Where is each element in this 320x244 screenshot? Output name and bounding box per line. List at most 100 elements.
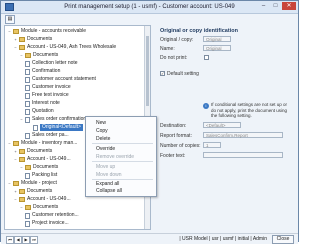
scrollbar-thumb[interactable]: [146, 36, 149, 106]
tree-item-label: Customer retention...: [32, 212, 79, 218]
menu-item-collapse-all[interactable]: Collapse all: [96, 187, 122, 195]
name-field[interactable]: Original: [203, 45, 231, 51]
collapse-icon[interactable]: −: [19, 117, 24, 122]
collapse-icon[interactable]: −: [19, 205, 24, 210]
expand-icon[interactable]: +: [13, 149, 18, 154]
copies-field[interactable]: 1: [203, 142, 221, 148]
document-icon: [25, 132, 30, 139]
folder-icon: [25, 205, 31, 210]
document-icon: [25, 68, 30, 75]
tree-item-quotation[interactable]: Quotation: [25, 108, 54, 115]
tree-item-label: Documents: [27, 188, 53, 194]
tree-item-label: Module - inventory man...: [21, 140, 78, 146]
collapse-icon[interactable]: −: [7, 29, 12, 34]
tree-item-module-ar[interactable]: − Module - accounts receivable: [7, 28, 86, 35]
document-icon: [33, 124, 38, 131]
folder-icon: [19, 37, 25, 42]
collapse-icon[interactable]: −: [19, 53, 24, 58]
tree-item-label: Documents: [27, 148, 53, 154]
do-not-print-label: Do not print:: [160, 55, 188, 61]
menu-item-move-down[interactable]: Move down: [96, 171, 122, 179]
tree-item-documents[interactable]: − Documents: [19, 52, 58, 59]
tree-item-original-default[interactable]: Original<Default>: [33, 124, 83, 131]
minimize-icon[interactable]: –: [258, 2, 269, 10]
folder-icon: [19, 197, 25, 202]
tree-item-account[interactable]: − Account - US-049...: [13, 196, 71, 203]
document-icon: [25, 92, 30, 99]
collapse-icon[interactable]: −: [13, 197, 18, 202]
tree-item-documents[interactable]: − Documents: [19, 164, 58, 171]
copies-label: Number of copies:: [160, 143, 201, 149]
expand-icon[interactable]: +: [13, 189, 18, 194]
tree-item-customer-account-statement[interactable]: Customer account statement: [25, 76, 96, 83]
view-options-icon[interactable]: ▤: [5, 14, 15, 24]
tree-item-sales-order-confirmation[interactable]: − Sales order confirmation: [19, 116, 86, 123]
menu-separator: [92, 143, 153, 144]
tree-item-label: Collection letter note: [32, 60, 78, 66]
expand-icon[interactable]: +: [13, 37, 18, 42]
collapse-icon[interactable]: −: [7, 181, 12, 186]
status-text: | USR Model | usr | usmf | initial | Adm…: [179, 236, 267, 242]
menu-item-move-up[interactable]: Move up: [96, 163, 115, 171]
tree-item-free-text-invoice[interactable]: Free text invoice: [25, 92, 69, 99]
tree-item-label: Documents: [27, 36, 53, 42]
tree-item-account[interactable]: − Account - US-049...: [13, 156, 71, 163]
folder-icon: [19, 157, 25, 162]
toolbar: ▤: [1, 14, 298, 24]
collapse-icon[interactable]: −: [13, 45, 18, 50]
menu-item-remove-override[interactable]: Remove override: [96, 153, 134, 161]
menu-item-new[interactable]: New: [96, 119, 106, 127]
tree-item-label: Confirmation: [32, 68, 61, 74]
window-title: Print management setup (1 - usmf) - Cust…: [64, 4, 235, 10]
folder-icon: [19, 149, 25, 154]
tree-item-label: Documents: [33, 52, 59, 58]
tree-item-label: Documents: [33, 204, 59, 210]
report-format-field[interactable]: SalesConfirm.Report: [203, 132, 283, 138]
name-label: Name:: [160, 46, 175, 52]
tree-item-customer-retention[interactable]: Customer retention...: [25, 212, 79, 219]
tree-item-customer-invoice[interactable]: Customer invoice: [25, 84, 71, 91]
document-icon: [25, 220, 30, 227]
original-copy-field[interactable]: Original: [203, 36, 231, 42]
collapse-icon[interactable]: −: [7, 141, 12, 146]
default-setting-checkbox[interactable]: ✓: [160, 71, 165, 76]
footer-field[interactable]: [203, 152, 283, 158]
tree-item-collection-letter-note[interactable]: Collection letter note: [25, 60, 78, 67]
tree-item-interest-note[interactable]: Interest note: [25, 100, 60, 107]
document-icon: [25, 172, 30, 179]
tree-item-documents[interactable]: + Documents: [13, 36, 52, 43]
report-format-label: Report format:: [160, 133, 192, 139]
info-icon: i: [203, 103, 209, 109]
default-setting-label: Default setting: [167, 71, 199, 77]
do-not-print-checkbox[interactable]: [204, 55, 209, 60]
destination-field[interactable]: <Default>: [203, 122, 241, 128]
footer-label: Footer text:: [160, 153, 186, 159]
tree-item-label: Customer invoice: [32, 84, 71, 90]
tree-item-label: Customer account statement: [32, 76, 96, 82]
collapse-icon[interactable]: −: [13, 157, 18, 162]
tree-item-documents[interactable]: + Documents: [13, 148, 52, 155]
menu-item-copy[interactable]: Copy: [96, 127, 108, 135]
tree-item-documents[interactable]: − Documents: [19, 204, 58, 211]
folder-icon: [13, 29, 19, 34]
tree-item-packing-list[interactable]: Packing list: [25, 172, 57, 179]
tree-item-label: Project invoice...: [32, 220, 69, 226]
tree-item-documents[interactable]: + Documents: [13, 188, 52, 195]
close-icon[interactable]: ✕: [282, 2, 296, 10]
tree-item-confirmation[interactable]: Confirmation: [25, 68, 60, 75]
menu-item-override[interactable]: Override: [96, 145, 115, 153]
tree-item-label: Sales order pa...: [32, 132, 69, 138]
tree-item-account[interactable]: − Account - US-049, Ash Trees Wholesale: [13, 44, 116, 51]
tree-item-label: Original<Default>: [40, 124, 83, 131]
tree-item-sales-order-packing[interactable]: Sales order pa...: [25, 132, 69, 139]
tree-item-label: Free text invoice: [32, 92, 69, 98]
collapse-icon[interactable]: −: [19, 165, 24, 170]
menu-item-delete[interactable]: Delete: [96, 135, 110, 143]
document-icon: [25, 116, 30, 123]
maximize-icon[interactable]: □: [270, 2, 281, 10]
tree-item-module-project[interactable]: − Module - project: [7, 180, 57, 187]
document-icon: [25, 108, 30, 115]
tree-item-label: Account - US-049...: [27, 196, 71, 202]
tree-item-project-invoice[interactable]: Project invoice...: [25, 220, 69, 227]
tree-item-module-inventory[interactable]: − Module - inventory man...: [7, 140, 77, 147]
